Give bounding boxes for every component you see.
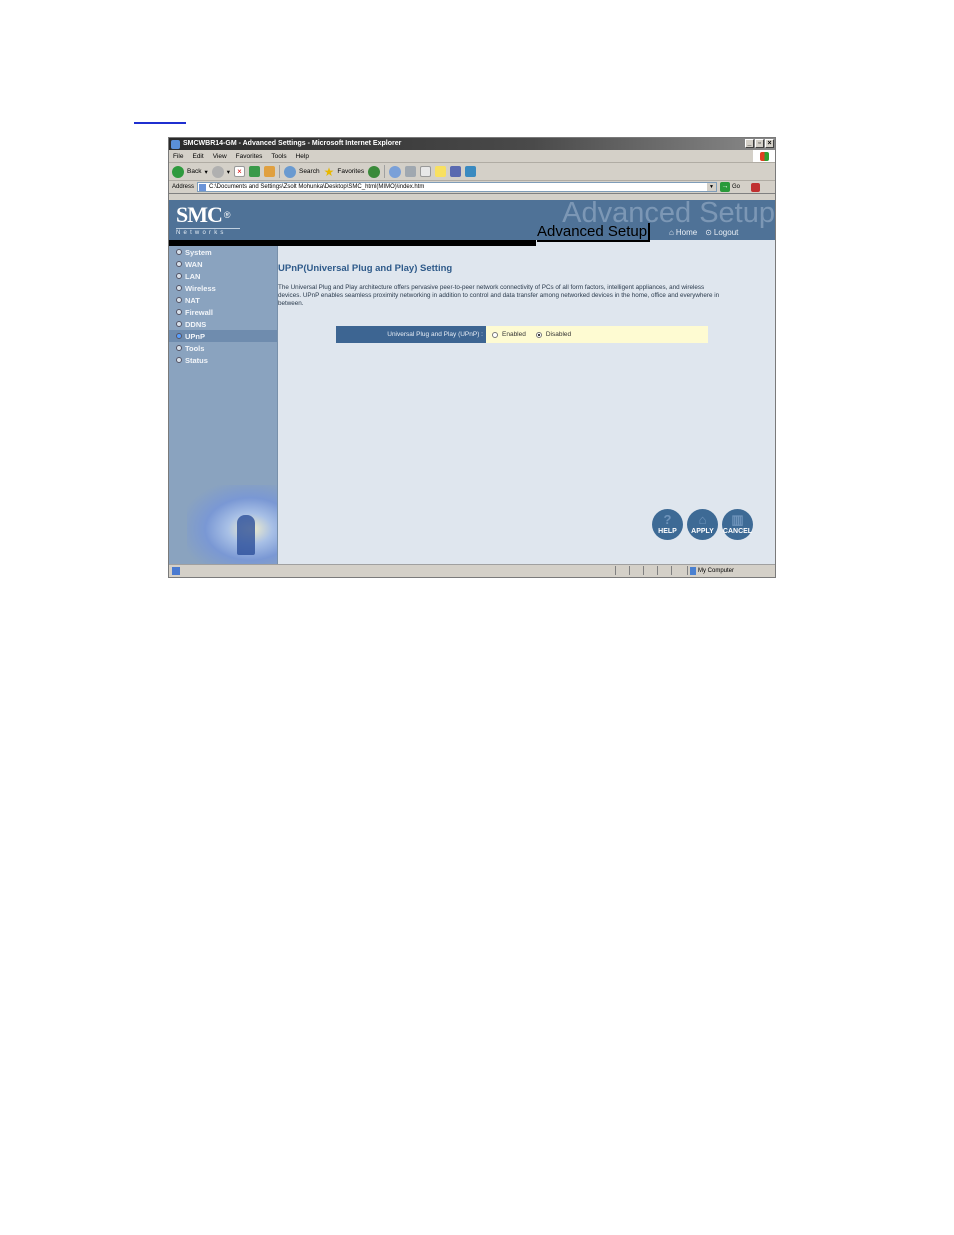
research-icon[interactable] [450, 166, 462, 177]
apply-icon: ⌂ [698, 512, 707, 527]
sidebar: System WAN LAN Wireless NAT Firewall DDN… [169, 246, 278, 565]
menu-help[interactable]: Help [296, 153, 309, 160]
menu-view[interactable]: View [213, 153, 227, 160]
home-link[interactable]: ⌂ Home [669, 228, 697, 237]
bullet-icon [176, 309, 182, 315]
title-bar: SMCWBR14-GM - Advanced Settings - Micros… [169, 138, 775, 150]
bullet-icon [176, 297, 182, 303]
go-button[interactable]: → Go [720, 182, 740, 192]
address-bar: Address C:\Documents and Settings\Zsolt … [169, 181, 775, 194]
bullet-icon [176, 333, 182, 339]
document-link-underline[interactable] [134, 122, 186, 124]
sidebar-item-ddns[interactable]: DDNS [169, 318, 277, 330]
bullet-icon [176, 273, 182, 279]
notes-icon[interactable] [435, 166, 447, 177]
ie-icon [171, 139, 180, 149]
home-icon[interactable] [263, 166, 275, 177]
sidebar-item-firewall[interactable]: Firewall [169, 306, 277, 318]
smc-logo: SMC ® [176, 202, 230, 227]
content-area: UPnP(Universal Plug and Play) Setting Th… [278, 246, 775, 565]
acrobat-icon[interactable] [751, 182, 761, 192]
minimize-button[interactable]: _ [745, 139, 754, 148]
search-button[interactable]: Search [283, 165, 320, 178]
sidebar-photo [187, 485, 277, 565]
go-arrow-icon: → [720, 182, 731, 192]
status-bar: My Computer [169, 564, 775, 577]
back-button[interactable]: Back ▾ [172, 165, 208, 178]
print-icon[interactable] [405, 166, 417, 177]
sidebar-item-lan[interactable]: LAN [169, 270, 277, 282]
menu-favorites[interactable]: Favorites [236, 153, 263, 160]
upnp-disabled-label: Disabled [545, 331, 572, 338]
upnp-enabled-radio[interactable] [492, 331, 498, 338]
close-button[interactable]: × [765, 139, 774, 148]
edit-icon[interactable] [420, 166, 432, 177]
sidebar-item-system[interactable]: System [169, 246, 277, 258]
history-icon[interactable] [368, 165, 381, 178]
page-status-icon [172, 567, 180, 575]
section-description: The Universal Plug and Play architecture… [278, 284, 720, 307]
bullet-icon [176, 261, 182, 267]
mail-icon[interactable] [389, 165, 402, 178]
menu-edit[interactable]: Edit [192, 153, 203, 160]
forward-button[interactable]: ▾ [211, 165, 230, 178]
menu-tools[interactable]: Tools [271, 153, 286, 160]
messenger-icon[interactable] [465, 166, 477, 177]
cancel-button[interactable]: ▥ CANCEL [722, 509, 753, 540]
sidebar-item-nat[interactable]: NAT [169, 294, 277, 306]
sidebar-item-tools[interactable]: Tools [169, 342, 277, 354]
upnp-disabled-radio[interactable] [535, 331, 542, 338]
bullet-icon [176, 285, 182, 291]
address-input[interactable]: C:\Documents and Settings\Zsolt Mohunka\… [197, 182, 718, 192]
toolbar: Back ▾ ▾ × Search ★ Favorites [169, 163, 775, 181]
refresh-icon[interactable] [248, 166, 260, 177]
address-label: Address [172, 184, 195, 190]
back-arrow-icon [172, 165, 184, 178]
stop-icon[interactable]: × [233, 166, 245, 177]
sidebar-item-wireless[interactable]: Wireless [169, 282, 277, 294]
bullet-icon [176, 249, 182, 255]
star-icon: ★ [323, 164, 335, 179]
sidebar-item-status[interactable]: Status [169, 354, 277, 366]
menu-bar: File Edit View Favorites Tools Help [169, 150, 775, 163]
page-title: Advanced Setup [537, 223, 651, 242]
upnp-setting-label: Universal Plug and Play (UPnP) : [336, 326, 486, 343]
window-title: SMCWBR14-GM - Advanced Settings - Micros… [183, 140, 402, 147]
favorites-button[interactable]: ★ Favorites [324, 165, 365, 179]
address-dropdown[interactable]: ▼ [707, 183, 717, 191]
browser-window: SMCWBR14-GM - Advanced Settings - Micros… [168, 137, 776, 578]
logout-icon: ⊙ [705, 228, 712, 237]
trash-icon: ▥ [731, 512, 744, 527]
restore-button[interactable]: ▫ [755, 139, 764, 148]
menu-file[interactable]: File [173, 153, 183, 160]
section-heading: UPnP(Universal Plug and Play) Setting [278, 263, 453, 274]
router-page: SMC ® Networks Advanced Setup Advanced Se… [169, 198, 775, 565]
banner: SMC ® Networks Advanced Setup Advanced Se… [169, 198, 775, 242]
person-figure [237, 515, 255, 555]
windows-logo-icon [753, 150, 775, 162]
smc-networks-label: Networks [176, 228, 240, 237]
upnp-enabled-label: Enabled [502, 331, 526, 338]
bullet-icon [176, 357, 182, 363]
bullet-icon [176, 321, 182, 327]
logout-link[interactable]: ⊙ Logout [705, 228, 738, 237]
page-icon [199, 183, 207, 191]
search-icon [283, 165, 296, 178]
sidebar-item-wan[interactable]: WAN [169, 258, 277, 270]
computer-icon [690, 566, 696, 575]
question-icon: ? [663, 512, 672, 527]
security-zone: My Computer [687, 566, 734, 575]
forward-arrow-icon [211, 165, 224, 178]
bullet-icon [176, 345, 182, 351]
sidebar-item-upnp[interactable]: UPnP [169, 330, 277, 342]
help-button[interactable]: ? HELP [652, 509, 683, 540]
home-icon: ⌂ [669, 228, 674, 237]
upnp-setting-row: Universal Plug and Play (UPnP) : Enabled… [336, 326, 708, 343]
apply-button[interactable]: ⌂ APPLY [687, 509, 718, 540]
